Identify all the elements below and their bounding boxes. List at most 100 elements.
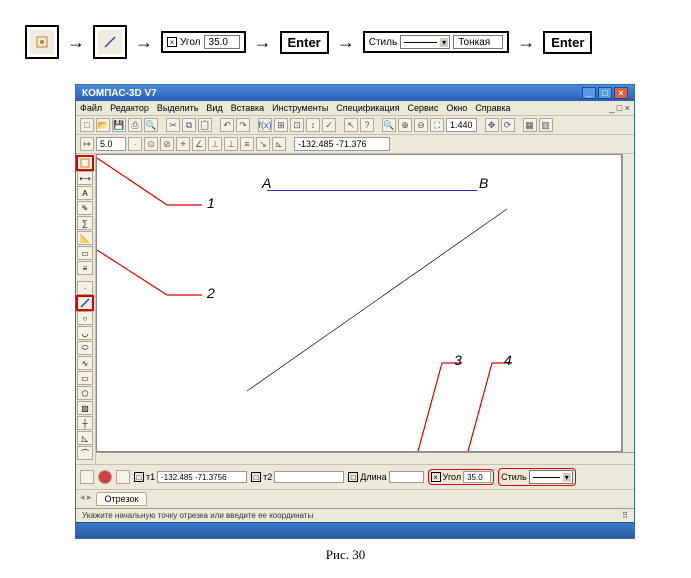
pan-icon[interactable]: ✥ xyxy=(485,118,499,132)
style-dropdown[interactable] xyxy=(400,35,450,49)
tab-segment[interactable]: Отрезок xyxy=(96,492,148,506)
snap-icon[interactable]: ⊙ xyxy=(144,137,158,151)
spline-icon[interactable]: ∿ xyxy=(77,356,93,370)
tool-icon[interactable]: ⊡ xyxy=(290,118,304,132)
zoom-out-icon[interactable]: ⊖ xyxy=(414,118,428,132)
pt1-group: □ т1 -132.485 -71.3756 xyxy=(134,471,247,483)
snap-icon[interactable]: ≡ xyxy=(240,137,254,151)
pt2-field[interactable] xyxy=(274,471,344,483)
tool-icon[interactable]: ▦ xyxy=(523,118,537,132)
axis-icon[interactable]: ┼ xyxy=(77,416,93,430)
snap-icon[interactable]: ⊥ xyxy=(224,137,238,151)
chamfer-icon[interactable]: ◺ xyxy=(77,431,93,445)
menu-service[interactable]: Сервис xyxy=(408,103,439,113)
geometry-tool-icon xyxy=(30,30,54,54)
tool-icon[interactable]: ▥ xyxy=(539,118,553,132)
preview-icon[interactable]: 🔍 xyxy=(144,118,158,132)
menu-file[interactable]: Файл xyxy=(80,103,102,113)
dims-tool-icon[interactable]: ⟷ xyxy=(77,171,93,185)
arc-icon[interactable]: ◡ xyxy=(77,326,93,340)
arrow-icon: → xyxy=(67,32,85,53)
ellipse-icon[interactable]: ⬭ xyxy=(77,341,93,355)
pt1-field[interactable]: -132.485 -71.3756 xyxy=(157,471,247,483)
snap-icon[interactable]: ⌖ xyxy=(176,137,190,151)
menu-edit[interactable]: Редактор xyxy=(110,103,149,113)
paste-icon[interactable]: 📋 xyxy=(198,118,212,132)
drawing-canvas[interactable]: A B xyxy=(96,154,622,452)
pt2-group: □ т2 xyxy=(251,471,344,483)
pt1-label: т1 xyxy=(146,472,155,482)
fillet-icon[interactable]: ⌒ xyxy=(77,446,93,460)
line-tool-icon[interactable] xyxy=(77,296,93,310)
save-icon[interactable]: 💾 xyxy=(112,118,126,132)
snap-icon[interactable]: ⊘ xyxy=(160,137,174,151)
param-tool-icon[interactable]: ∑ xyxy=(77,216,93,230)
angle-label: Угол xyxy=(443,472,461,482)
snap-icon[interactable]: ↘ xyxy=(256,137,270,151)
snap-icon[interactable]: ∠ xyxy=(192,137,206,151)
help-icon[interactable]: ? xyxy=(360,118,374,132)
close-button[interactable]: × xyxy=(614,87,628,99)
spec-tool-icon[interactable]: ≡ xyxy=(77,261,93,275)
new-icon[interactable]: □ xyxy=(80,118,94,132)
scrollbar-vertical[interactable] xyxy=(622,154,634,452)
menu-view[interactable]: Вид xyxy=(206,103,222,113)
select-tool-icon[interactable]: ▭ xyxy=(77,246,93,260)
apply-icon[interactable] xyxy=(80,470,94,484)
checkbox-icon[interactable]: □ xyxy=(348,472,358,482)
scrollbar-horizontal[interactable] xyxy=(96,452,634,464)
length-field[interactable] xyxy=(389,471,424,483)
style-dropdown[interactable] xyxy=(529,470,573,484)
flow-step-angle: × Угол 35.0 xyxy=(161,31,246,53)
cursor-icon[interactable]: ↖ xyxy=(344,118,358,132)
point-icon[interactable]: · xyxy=(77,281,93,295)
doc-close-icon[interactable]: _ □ × xyxy=(609,103,630,113)
menu-window[interactable]: Окно xyxy=(446,103,467,113)
menu-select[interactable]: Выделить xyxy=(157,103,199,113)
zoom-in-icon[interactable]: ⊕ xyxy=(398,118,412,132)
tool-icon[interactable]: ⊞ xyxy=(274,118,288,132)
menu-spec[interactable]: Спецификация xyxy=(336,103,399,113)
canvas-wrap: A B xyxy=(96,154,634,464)
menu-insert[interactable]: Вставка xyxy=(231,103,264,113)
rect-icon[interactable]: ▭ xyxy=(77,371,93,385)
checkbox-icon[interactable]: × xyxy=(167,37,177,47)
checkbox-icon[interactable]: □ xyxy=(134,472,144,482)
redo-icon[interactable]: ↷ xyxy=(236,118,250,132)
zoom-icon[interactable]: 🔍 xyxy=(382,118,396,132)
fx-icon[interactable]: f(x) xyxy=(258,118,272,132)
stop-icon[interactable] xyxy=(98,470,112,484)
refresh-icon[interactable]: ⟳ xyxy=(501,118,515,132)
cut-icon[interactable]: ✂ xyxy=(166,118,180,132)
menu-tools[interactable]: Инструменты xyxy=(272,103,328,113)
minimize-button[interactable]: _ xyxy=(582,87,596,99)
snap-icon[interactable]: ⟂ xyxy=(208,137,222,151)
geometry-tool-icon[interactable] xyxy=(77,156,93,170)
style-value-field[interactable]: Тонкая xyxy=(453,35,503,49)
circle-icon[interactable]: ○ xyxy=(77,311,93,325)
copy-icon[interactable]: ⧉ xyxy=(182,118,196,132)
opts-icon[interactable] xyxy=(116,470,130,484)
checkbox-icon[interactable]: □ xyxy=(251,472,261,482)
measure-tool-icon[interactable]: 📐 xyxy=(77,231,93,245)
print-icon[interactable]: ⎙ xyxy=(128,118,142,132)
angle-value-field[interactable]: 35.0 xyxy=(204,35,240,49)
zoom-fit-icon[interactable]: ⛶ xyxy=(430,118,444,132)
checkbox-icon[interactable]: × xyxy=(431,472,441,482)
tool-icon[interactable]: ↕ xyxy=(306,118,320,132)
menu-help[interactable]: Справка xyxy=(475,103,510,113)
edit-tool-icon[interactable]: ✎ xyxy=(77,201,93,215)
poly-icon[interactable]: ⬠ xyxy=(77,386,93,400)
tool-icon[interactable]: ✓ xyxy=(322,118,336,132)
step-field[interactable]: 5.0 xyxy=(96,137,126,151)
tool-icon[interactable]: · xyxy=(128,137,142,151)
angle-field[interactable]: 35.0 xyxy=(463,471,491,483)
maximize-button[interactable]: □ xyxy=(598,87,612,99)
snap-icon[interactable]: ⊾ xyxy=(272,137,286,151)
text-tool-icon[interactable]: A xyxy=(77,186,93,200)
undo-icon[interactable]: ↶ xyxy=(220,118,234,132)
step-icon[interactable]: ↦ xyxy=(80,137,94,151)
open-icon[interactable]: 📂 xyxy=(96,118,110,132)
hatch-icon[interactable]: ▨ xyxy=(77,401,93,415)
zoom-field[interactable]: 1.440 xyxy=(446,118,477,132)
